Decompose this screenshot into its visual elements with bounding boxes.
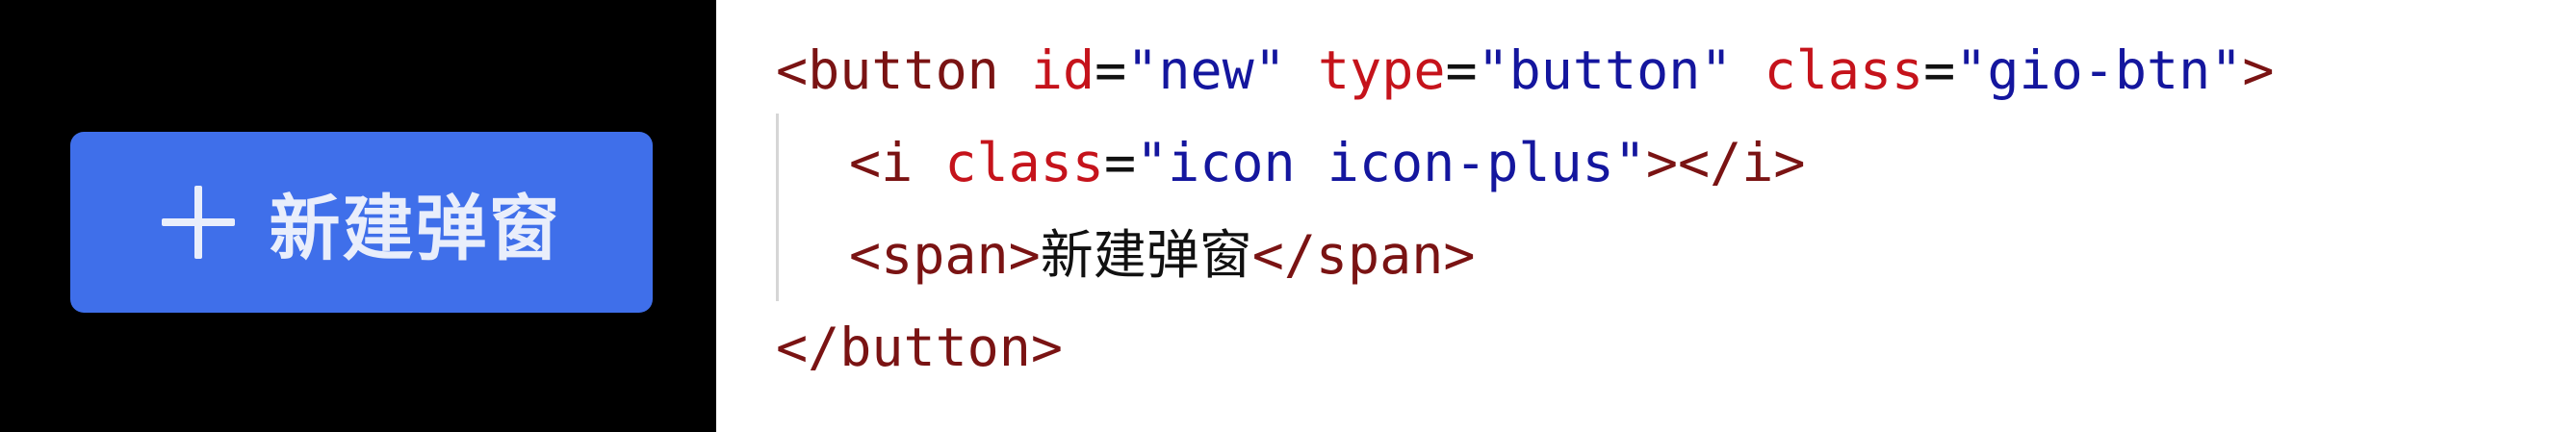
new-popup-button[interactable]: 新建弹窗	[70, 132, 653, 313]
new-popup-button-label: 新建弹窗	[269, 187, 562, 270]
span-text: 新建弹窗	[1040, 224, 1252, 286]
code-line-span: <span>新建弹窗</span>	[849, 221, 1476, 289]
indent-guide	[776, 114, 779, 301]
tag-i-close: ></i>	[1645, 132, 1806, 193]
code-panel: <button id="new" type="button" class="gi…	[716, 0, 2576, 432]
tag-button-open-close: >	[2242, 39, 2275, 101]
tag-i-open: <i	[849, 132, 914, 193]
attr-type-value: "button"	[1477, 39, 1733, 101]
attr-i-class: class	[944, 132, 1104, 193]
code-line-icon: <i class="icon icon-plus"></i>	[849, 132, 1806, 193]
tag-span-open: <span>	[849, 224, 1041, 286]
plus-icon	[161, 186, 235, 259]
button-preview-panel: 新建弹窗	[0, 0, 716, 432]
code-line-button-open: <button id="new" type="button" class="gi…	[776, 39, 2275, 101]
tag-button-close: </button>	[776, 317, 1064, 378]
tag-button-open: <button	[776, 39, 999, 101]
code-line-button-close: </button>	[776, 314, 1063, 381]
attr-id-value: "new"	[1126, 39, 1286, 101]
attr-i-class-value: "icon icon-plus"	[1136, 132, 1646, 193]
tag-span-close: </span>	[1251, 224, 1476, 286]
attr-id: id	[1030, 39, 1095, 101]
attr-class: class	[1764, 39, 1924, 101]
attr-class-value: "gio-btn"	[1955, 39, 2243, 101]
screenshot-root: 新建弹窗 <button id="new" type="button" clas…	[0, 0, 2576, 432]
attr-type: type	[1317, 39, 1446, 101]
